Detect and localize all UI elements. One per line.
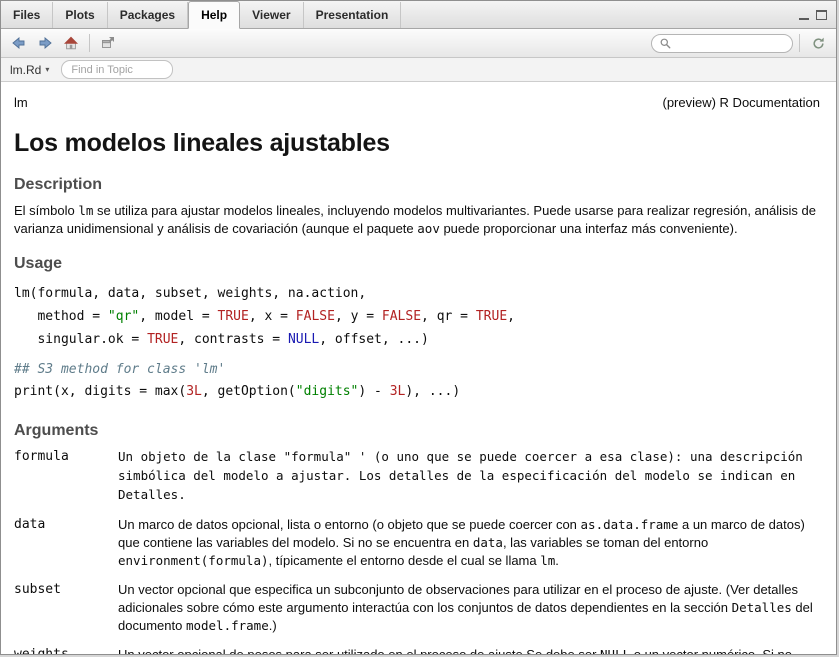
argument-name: weights (14, 646, 118, 654)
doc-topic-name: lm (14, 95, 28, 110)
argument-description: Un marco de datos opcional, lista o ento… (118, 516, 820, 569)
tab-plots[interactable]: Plots (53, 2, 107, 28)
home-button[interactable] (59, 32, 83, 54)
chevron-down-icon: ▾ (45, 66, 49, 74)
refresh-button[interactable] (806, 32, 830, 54)
topic-bar: lm.Rd ▾ (1, 58, 836, 82)
argument-name: subset (14, 581, 118, 634)
rd-file-dropdown[interactable]: lm.Rd ▾ (10, 63, 49, 77)
home-icon (63, 35, 79, 51)
show-in-new-window-button[interactable] (96, 32, 120, 54)
description-paragraph: El símbolo lm se utiliza para ajustar mo… (14, 202, 820, 237)
pane-tabbar: Files Plots Packages Help Viewer Present… (1, 1, 836, 29)
tab-presentation[interactable]: Presentation (304, 2, 402, 28)
find-in-topic-box (61, 60, 173, 80)
page-title: Los modelos lineales ajustables (14, 129, 820, 158)
help-toolbar (1, 29, 836, 58)
rd-file-label: lm.Rd (10, 63, 41, 77)
help-search-box[interactable] (651, 34, 793, 53)
popout-window-icon (100, 35, 116, 51)
minimize-icon[interactable] (799, 10, 809, 20)
usage-code-block: lm(formula, data, subset, weights, na.ac… (14, 283, 820, 351)
argument-name: data (14, 516, 118, 569)
pane-window-controls (799, 10, 836, 28)
argument-name: formula (14, 448, 118, 504)
argument-row-data: data Un marco de datos opcional, lista o… (14, 516, 820, 569)
back-button[interactable] (7, 32, 31, 54)
argument-description: Un vector opcional de pesos para ser uti… (118, 646, 820, 654)
maximize-icon[interactable] (816, 10, 827, 20)
find-in-topic-input[interactable] (61, 60, 173, 79)
description-heading: Description (14, 176, 820, 194)
refresh-icon (811, 36, 826, 51)
tab-viewer[interactable]: Viewer (240, 2, 303, 28)
argument-row-subset: subset Un vector opcional que especifica… (14, 581, 820, 634)
forward-arrow-icon (37, 35, 53, 51)
tab-files[interactable]: Files (1, 2, 53, 28)
search-icon (659, 37, 672, 50)
arguments-table: formula Un objeto de la clase "formula" … (14, 448, 820, 654)
tab-packages[interactable]: Packages (108, 2, 188, 28)
usage-code-block-s3: ## S3 method for class 'lm' print(x, dig… (14, 359, 820, 405)
argument-row-formula: formula Un objeto de la clase "formula" … (14, 448, 820, 504)
arguments-heading: Arguments (14, 422, 820, 440)
argument-description: Un vector opcional que especifica un sub… (118, 581, 820, 634)
toolbar-separator (89, 34, 90, 52)
doc-meta-row: lm (preview) R Documentation (14, 95, 820, 110)
argument-row-weights: weights Un vector opcional de pesos para… (14, 646, 820, 654)
help-pane: Files Plots Packages Help Viewer Present… (0, 0, 837, 655)
back-arrow-icon (11, 35, 27, 51)
help-document: lm (preview) R Documentation Los modelos… (1, 82, 836, 654)
toolbar-separator (799, 34, 800, 52)
usage-heading: Usage (14, 255, 820, 273)
tab-help[interactable]: Help (188, 1, 240, 29)
doc-meta-right: (preview) R Documentation (662, 95, 820, 110)
forward-button[interactable] (33, 32, 57, 54)
argument-description: Un objeto de la clase "formula" ' (o uno… (118, 448, 820, 504)
help-search-input[interactable] (676, 36, 785, 50)
